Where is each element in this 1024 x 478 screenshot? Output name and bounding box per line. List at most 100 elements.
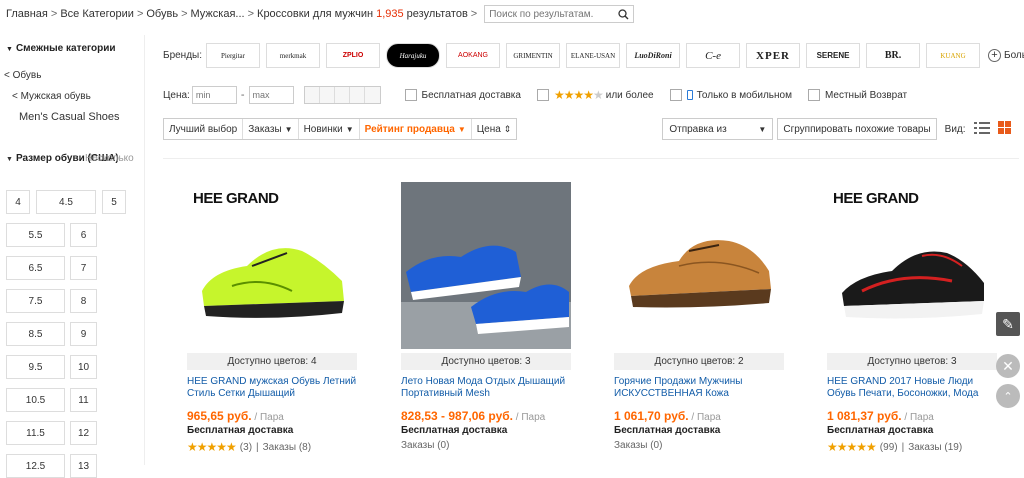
brand-merkmak[interactable]: merkmak	[266, 43, 321, 68]
brand-luodironi[interactable]: LuoDiRoni	[626, 43, 681, 68]
size-10[interactable]: 10	[70, 355, 97, 379]
plus-circle-icon: +	[988, 49, 1002, 62]
size-8-5[interactable]: 8.5	[6, 322, 65, 346]
size-5-5[interactable]: 5.5	[6, 223, 65, 247]
size-13[interactable]: 13	[70, 454, 97, 478]
search-icon[interactable]	[613, 6, 633, 22]
brand-grimentin[interactable]: GRIMENTIN	[506, 43, 561, 68]
size-11[interactable]: 11	[70, 388, 97, 412]
product-price: 828,53 - 987,06 руб. / Пара	[401, 409, 546, 423]
product-title[interactable]: HEE GRAND 2017 Новые Люди Обувь Печати, …	[827, 376, 997, 402]
size-12[interactable]: 12	[70, 421, 97, 445]
price-filter-row: Цена: - Бесплатная доставка ★★★★★или бол…	[163, 86, 907, 104]
orders-link[interactable]: Заказы (19)	[908, 442, 962, 453]
breadcrumb: Главная > Все Категории > Обувь > Мужская..…	[6, 5, 635, 23]
rating-filter-checkbox[interactable]: ★★★★★ или более	[536, 88, 654, 102]
edit-pencil-icon[interactable]: ✎	[996, 312, 1020, 336]
brand-ce[interactable]: C-e	[686, 43, 741, 68]
collapse-triangle-icon[interactable]: ▼	[6, 46, 13, 53]
colors-available: Доступно цветов: 3	[827, 353, 997, 370]
price-histogram[interactable]	[303, 86, 381, 104]
crumb-all-categories[interactable]: Все Категории	[60, 8, 134, 20]
product-card[interactable]: HEE GRAND Доступно цветов: 3 HEE GRAND 2…	[827, 182, 997, 454]
size-10-5[interactable]: 10.5	[6, 388, 65, 412]
size-11-5[interactable]: 11.5	[6, 421, 65, 445]
scroll-up-icon[interactable]: ⌃	[996, 384, 1020, 408]
product-image[interactable]	[401, 182, 571, 349]
result-count: 1,935	[376, 8, 404, 20]
crumb-shoes[interactable]: Обувь	[146, 8, 178, 20]
product-title[interactable]: HEE GRAND мужская Обувь Летний Стиль Сет…	[187, 376, 357, 402]
product-price: 1 081,37 руб. / Пара	[827, 409, 934, 423]
brand-harajuku[interactable]: Harajuku	[386, 43, 441, 68]
group-similar-button[interactable]: Сгруппировать похожие товары	[777, 118, 937, 140]
brand-kuang[interactable]: KUANG	[926, 43, 981, 68]
price-max-input[interactable]	[248, 86, 294, 104]
product-image[interactable]: HEE GRAND	[827, 182, 997, 349]
close-icon[interactable]: ✕	[996, 354, 1020, 378]
sort-seller-rating[interactable]: Рейтинг продавца ▼	[360, 119, 472, 139]
sort-updown-icon: ⇕	[503, 123, 512, 134]
product-title[interactable]: Лето Новая Мода Отдых Дышащий Портативны…	[401, 376, 571, 402]
sidebar-cat-casual[interactable]: Men's Casual Shoes	[19, 111, 120, 123]
sort-row: Лучший выбор Заказы ▼ Новинки ▼ Рейтинг пр…	[163, 118, 1015, 140]
size-8[interactable]: 8	[70, 289, 97, 313]
local-return-checkbox[interactable]: Местный Возврат	[807, 89, 907, 101]
size-7-5[interactable]: 7.5	[6, 289, 65, 313]
brand-serene[interactable]: SERENE	[806, 43, 861, 68]
product-card[interactable]: HEE GRAND Доступно цветов: 4 HEE GRAND м…	[187, 182, 357, 454]
search-within-input[interactable]	[485, 6, 614, 22]
sort-price[interactable]: Цена ⇕	[472, 119, 517, 139]
sort-bar: Лучший выбор Заказы ▼ Новинки ▼ Рейтинг пр…	[163, 118, 518, 140]
colors-available: Доступно цветов: 2	[614, 353, 784, 370]
price-min-input[interactable]	[191, 86, 237, 104]
brand-br[interactable]: BR.	[866, 43, 921, 68]
sort-new[interactable]: Новинки ▼	[299, 119, 360, 139]
sidebar-cat-shoes[interactable]: < Обувь	[4, 70, 41, 81]
size-9[interactable]: 9	[70, 322, 97, 346]
view-label: Вид:	[944, 123, 966, 135]
checkbox-box	[807, 89, 820, 101]
sidebar-cat-mens-shoes[interactable]: < Мужская обувь	[12, 91, 91, 102]
brown-shoe-image	[629, 239, 771, 307]
brand-aokang[interactable]: AOKANG	[446, 43, 501, 68]
size-multi-toggle[interactable]: Несколько	[85, 153, 134, 165]
crumb-mens[interactable]: Мужская...	[191, 8, 245, 20]
mobile-only-checkbox[interactable]: Только в мобильном	[669, 89, 792, 101]
brand-elane[interactable]: ELANE-USAN	[566, 43, 621, 68]
product-card[interactable]: Доступно цветов: 2 Горячие Продажи Мужчи…	[614, 182, 784, 451]
colors-available: Доступно цветов: 4	[187, 353, 357, 370]
size-9-5[interactable]: 9.5	[6, 355, 65, 379]
size-12-5[interactable]: 12.5	[6, 454, 65, 478]
checkbox-box	[536, 89, 549, 101]
free-shipping-checkbox[interactable]: Бесплатная доставка	[404, 89, 521, 101]
left-sidebar: ▼ Смежные категории < Обувь < Мужская обу…	[0, 35, 145, 478]
rating-row: ★★★★★ (3) | Заказы (8)	[187, 440, 312, 454]
product-card[interactable]: Доступно цветов: 3 Лето Новая Мода Отдых…	[401, 182, 571, 451]
green-sneaker-image	[202, 247, 344, 318]
collapse-triangle-icon[interactable]: ▼	[6, 156, 13, 163]
size-4-5[interactable]: 4.5	[36, 190, 96, 214]
brand-piergitar[interactable]: Piergitar	[206, 43, 261, 68]
ship-from-dropdown[interactable]: Отправка из ▼	[662, 118, 774, 140]
brands-more-button[interactable]: +Больше	[988, 49, 1024, 62]
orders-link[interactable]: Заказы (0)	[401, 440, 449, 451]
product-title[interactable]: Горячие Продажи Мужчины ИСКУССТВЕННАЯ Ко…	[614, 376, 784, 402]
orders-link[interactable]: Заказы (0)	[614, 440, 662, 451]
product-image[interactable]	[614, 182, 784, 349]
brand-zplio[interactable]: ZPLIO	[326, 43, 381, 68]
size-6-5[interactable]: 6.5	[6, 256, 65, 280]
sort-orders[interactable]: Заказы ▼	[243, 119, 299, 139]
orders-link[interactable]: Заказы (8)	[263, 442, 311, 453]
list-view-icon[interactable]	[973, 121, 990, 137]
size-4[interactable]: 4	[6, 190, 30, 214]
caret-down-icon: ▼	[284, 124, 293, 134]
sort-best-match[interactable]: Лучший выбор	[164, 119, 244, 139]
crumb-home[interactable]: Главная	[6, 8, 48, 20]
size-7[interactable]: 7	[70, 256, 97, 280]
size-6[interactable]: 6	[70, 223, 97, 247]
size-5[interactable]: 5	[102, 190, 126, 214]
product-image[interactable]: HEE GRAND	[187, 182, 357, 349]
grid-view-icon[interactable]	[997, 121, 1011, 137]
brand-xper[interactable]: XPER	[746, 43, 801, 68]
